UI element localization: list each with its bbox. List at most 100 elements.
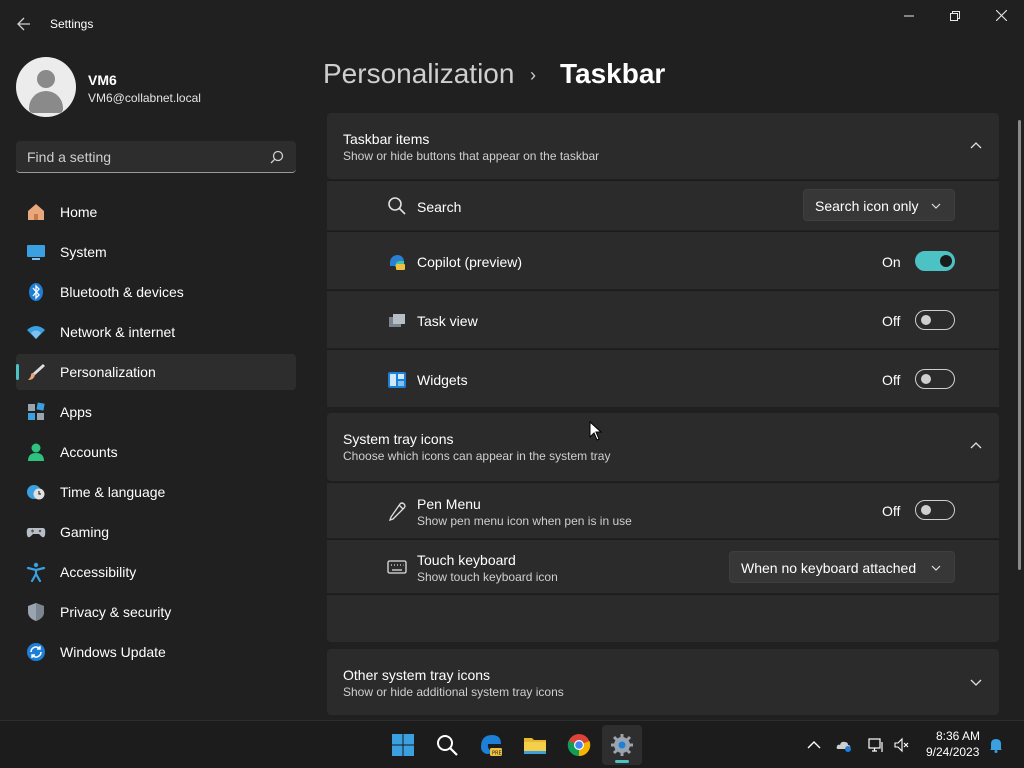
- pen-menu-toggle[interactable]: [915, 500, 955, 520]
- update-icon: [27, 643, 45, 661]
- sidebar-item-label: Bluetooth & devices: [60, 284, 184, 300]
- brush-icon: [28, 364, 45, 380]
- user-name: VM6: [88, 72, 117, 88]
- search-input[interactable]: Find a setting: [16, 141, 296, 173]
- task-view-toggle[interactable]: [915, 310, 955, 330]
- system-tray-header[interactable]: System tray icons Choose which icons can…: [327, 413, 999, 481]
- title-bar: Settings: [0, 0, 1024, 48]
- chrome-icon[interactable]: [567, 733, 591, 757]
- system-icon: [27, 245, 45, 260]
- wifi-icon: [27, 326, 45, 339]
- setting-label: Widgets: [417, 372, 468, 388]
- sidebar-item-label: Accounts: [60, 444, 118, 460]
- chevron-down-icon: [931, 565, 941, 571]
- setting-row-search: Search Search icon only: [327, 180, 999, 230]
- toggle-state-label: Off: [882, 503, 901, 519]
- sidebar-item-label: Accessibility: [60, 564, 137, 580]
- start-icon[interactable]: [391, 733, 415, 757]
- sidebar-item-bluetooth[interactable]: Bluetooth & devices: [16, 274, 296, 310]
- user-profile[interactable]: VM6 VM6@collabnet.local: [16, 57, 296, 117]
- sidebar-item-label: Apps: [60, 404, 92, 420]
- chevron-up-icon[interactable]: [806, 737, 822, 753]
- edge-dev-icon[interactable]: PRE: [479, 733, 503, 757]
- sidebar-item-apps[interactable]: Apps: [16, 394, 296, 430]
- copilot-icon: [389, 255, 405, 270]
- widgets-icon: [388, 372, 406, 388]
- onedrive-icon[interactable]: [836, 737, 852, 753]
- clock-time[interactable]: 8:36 AM: [936, 729, 980, 743]
- dropdown-value: Search icon only: [815, 198, 919, 214]
- toggle-state-label: Off: [882, 372, 901, 388]
- setting-row-copilot: Copilot (preview) On: [327, 231, 999, 289]
- file-explorer-icon[interactable]: [523, 733, 547, 757]
- setting-label: Copilot (preview): [417, 254, 523, 270]
- clock-date[interactable]: 9/24/2023: [926, 745, 979, 759]
- chevron-up-icon[interactable]: [969, 139, 983, 153]
- keyboard-icon: [387, 560, 407, 574]
- section-title: Other system tray icons: [343, 667, 491, 683]
- setting-label: Task view: [417, 313, 478, 329]
- back-arrow-icon[interactable]: [12, 12, 36, 36]
- setting-row-task-view: Task view Off: [327, 290, 999, 348]
- active-app-indicator: [615, 760, 629, 763]
- taskbar-items-header[interactable]: Taskbar items Show or hide buttons that …: [327, 113, 999, 179]
- sidebar-item-accessibility[interactable]: Accessibility: [16, 554, 296, 590]
- setting-label: Search: [417, 199, 462, 215]
- avatar: [16, 57, 76, 117]
- setting-row-widgets: Widgets Off: [327, 349, 999, 407]
- volume-muted-icon[interactable]: [894, 737, 910, 753]
- restore-button[interactable]: [932, 0, 978, 32]
- chevron-down-icon: [931, 203, 941, 209]
- sidebar-nav: Home System Bluetooth & devices Network …: [16, 194, 296, 674]
- copilot-toggle[interactable]: [915, 251, 955, 271]
- settings-icon[interactable]: [610, 733, 634, 757]
- sidebar-item-system[interactable]: System: [16, 234, 296, 270]
- clock-globe-icon: [27, 485, 45, 500]
- sidebar-item-label: Time & language: [60, 484, 166, 500]
- breadcrumb-parent[interactable]: Personalization: [323, 58, 514, 90]
- sidebar-item-label: Home: [60, 204, 98, 220]
- chevron-up-icon[interactable]: [969, 439, 983, 453]
- scrollbar[interactable]: [1018, 120, 1021, 570]
- section-subtitle: Show or hide additional system tray icon…: [343, 685, 564, 699]
- sidebar-item-label: Windows Update: [60, 644, 166, 660]
- sidebar-item-network[interactable]: Network & internet: [16, 314, 296, 350]
- accounts-icon: [28, 443, 44, 461]
- notification-bell-icon[interactable]: [988, 737, 1004, 753]
- section-title: System tray icons: [343, 431, 454, 447]
- breadcrumb-separator: ›: [530, 65, 536, 85]
- touch-keyboard-dropdown[interactable]: When no keyboard attached: [729, 551, 955, 583]
- sidebar-item-gaming[interactable]: Gaming: [16, 514, 296, 550]
- network-icon[interactable]: [868, 737, 884, 753]
- search-icon[interactable]: [435, 733, 459, 757]
- page-title: Taskbar: [560, 58, 666, 89]
- close-button[interactable]: [978, 0, 1024, 32]
- search-mode-dropdown[interactable]: Search icon only: [803, 189, 955, 221]
- sidebar-item-personalization[interactable]: Personalization: [16, 354, 296, 390]
- sidebar-item-windows-update[interactable]: Windows Update: [16, 634, 296, 670]
- widgets-toggle[interactable]: [915, 369, 955, 389]
- task-view-icon: [389, 314, 405, 327]
- empty-row: [327, 594, 999, 642]
- other-tray-header[interactable]: Other system tray icons Show or hide add…: [327, 649, 999, 715]
- sidebar-item-home[interactable]: Home: [16, 194, 296, 230]
- chevron-down-icon[interactable]: [969, 675, 983, 689]
- accessibility-icon: [26, 562, 46, 582]
- sidebar-item-time-language[interactable]: Time & language: [16, 474, 296, 510]
- minimize-button[interactable]: [886, 0, 932, 32]
- home-icon: [28, 204, 44, 220]
- setting-label: Touch keyboard: [417, 552, 516, 568]
- sidebar-item-label: Personalization: [60, 364, 156, 380]
- app-title: Settings: [50, 17, 94, 31]
- shield-icon: [28, 603, 44, 621]
- sidebar-item-label: System: [60, 244, 107, 260]
- user-email: VM6@collabnet.local: [88, 91, 201, 105]
- toggle-state-label: Off: [882, 313, 901, 329]
- sidebar-item-privacy[interactable]: Privacy & security: [16, 594, 296, 630]
- setting-row-touch-keyboard: Touch keyboard Show touch keyboard icon …: [327, 539, 999, 593]
- taskbar: PRE 8:36 AM 9/24/2023: [0, 720, 1024, 768]
- mouse-cursor-icon: [589, 421, 603, 441]
- sidebar-item-accounts[interactable]: Accounts: [16, 434, 296, 470]
- setting-row-pen-menu: Pen Menu Show pen menu icon when pen is …: [327, 482, 999, 538]
- sidebar-item-label: Network & internet: [60, 324, 176, 340]
